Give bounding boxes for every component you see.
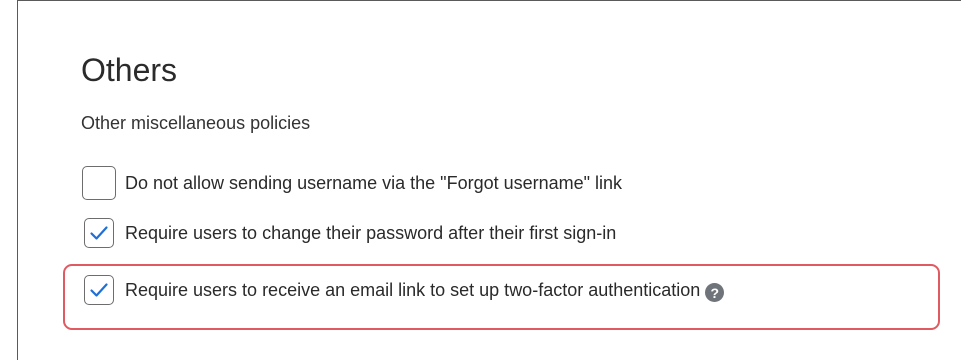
checkbox-forgot-username[interactable]	[82, 166, 116, 200]
checkbox-two-factor-email[interactable]	[84, 275, 114, 305]
checkmark-icon	[90, 226, 108, 240]
section-title: Others	[81, 52, 178, 88]
option-two-factor-email[interactable]: Require users to receive an email link t…	[82, 275, 725, 305]
option-label: Require users to receive an email link t…	[125, 280, 701, 300]
section-subtitle: Other miscellaneous policies	[81, 113, 311, 133]
option-forgot-username[interactable]: Do not allow sending username via the "F…	[82, 166, 622, 200]
checkmark-icon	[90, 283, 108, 297]
option-change-password[interactable]: Require users to change their password a…	[82, 218, 616, 248]
option-label: Require users to change their password a…	[125, 223, 617, 243]
option-label: Do not allow sending username via the "F…	[125, 173, 623, 193]
help-icon[interactable]: ?	[705, 283, 725, 302]
checkbox-change-password[interactable]	[84, 218, 114, 248]
